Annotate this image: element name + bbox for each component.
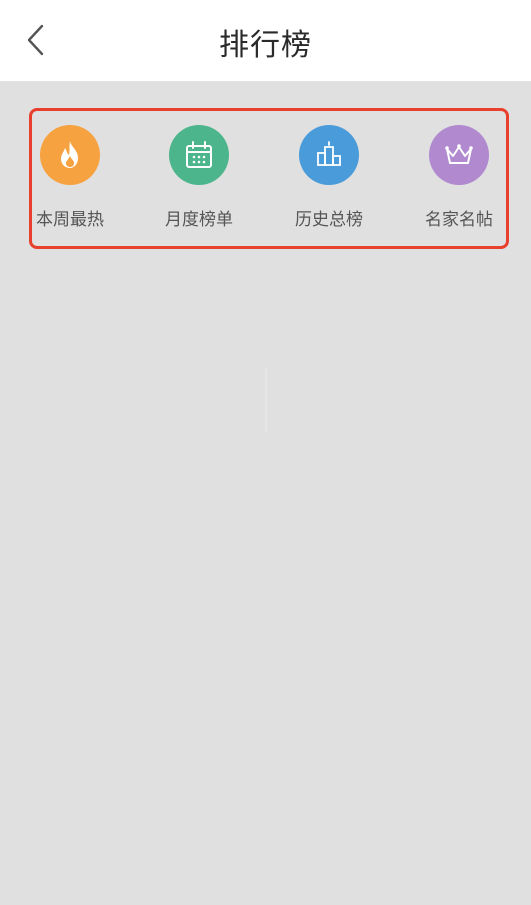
- category-label: 本周最热: [36, 210, 104, 230]
- header-bar: 排行榜: [0, 0, 531, 81]
- category-weekly-hot[interactable]: 本周最热: [10, 125, 130, 230]
- flame-icon: [61, 141, 78, 168]
- category-history-total[interactable]: 历史总榜: [269, 125, 389, 230]
- category-label: 月度榜单: [165, 210, 233, 230]
- calendar-icon: [186, 141, 212, 168]
- page-title: 排行榜: [219, 28, 312, 63]
- category-icon-circle: [429, 125, 489, 185]
- category-icon-circle: [40, 125, 100, 185]
- category-famous-works[interactable]: 名家名帖: [399, 125, 519, 230]
- category-label: 名家名帖: [425, 210, 493, 230]
- category-icon-circle: [299, 125, 359, 185]
- faint-divider: [265, 368, 267, 432]
- category-label: 历史总榜: [295, 210, 363, 230]
- category-icon-circle: [169, 125, 229, 185]
- crown-icon: [445, 144, 473, 164]
- category-monthly-list[interactable]: 月度榜单: [139, 125, 259, 230]
- podium-icon: [317, 141, 341, 166]
